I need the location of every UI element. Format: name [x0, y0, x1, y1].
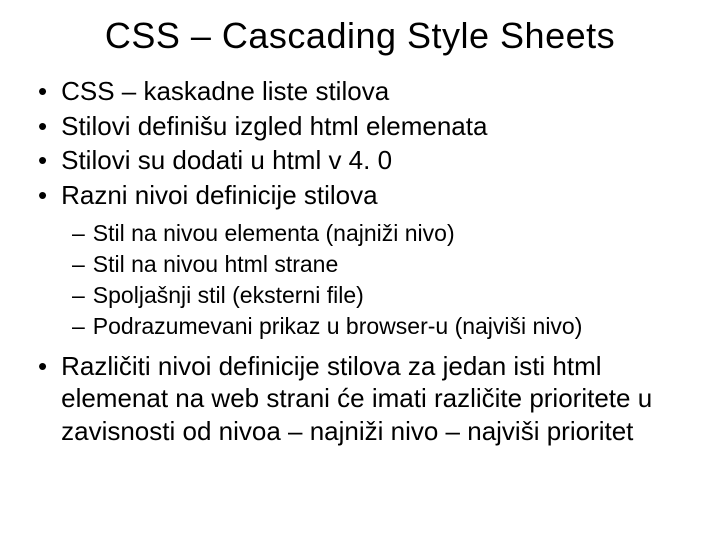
final-bullet-list: • Različiti nivoi definicije stilova za …: [30, 350, 690, 448]
dash-marker-icon: –: [72, 312, 85, 342]
bullet-item: • Stilovi definišu izgled html elemenata: [38, 110, 690, 143]
sub-item: – Stil na nivou html strane: [72, 250, 690, 280]
bullet-marker-icon: •: [38, 350, 47, 383]
bullet-item: • Stilovi su dodati u html v 4. 0: [38, 144, 690, 177]
bullet-text: Stilovi definišu izgled html elemenata: [61, 110, 690, 143]
bullet-marker-icon: •: [38, 144, 47, 177]
sub-item-text: Podrazumevani prikaz u browser-u (najviš…: [93, 312, 690, 342]
sub-item: – Spoljašnji stil (eksterni file): [72, 281, 690, 311]
dash-marker-icon: –: [72, 219, 85, 249]
dash-marker-icon: –: [72, 250, 85, 280]
bullet-marker-icon: •: [38, 110, 47, 143]
bullet-text: Stilovi su dodati u html v 4. 0: [61, 144, 690, 177]
sub-item-text: Spoljašnji stil (eksterni file): [93, 281, 690, 311]
sub-item: – Podrazumevani prikaz u browser-u (najv…: [72, 312, 690, 342]
dash-marker-icon: –: [72, 281, 85, 311]
bullet-item: • Različiti nivoi definicije stilova za …: [38, 350, 690, 448]
main-bullet-list: • CSS – kaskadne liste stilova • Stilovi…: [30, 75, 690, 211]
sub-item-text: Stil na nivou elementa (najniži nivo): [93, 219, 690, 249]
bullet-text: CSS – kaskadne liste stilova: [61, 75, 690, 108]
bullet-item: • Razni nivoi definicije stilova: [38, 179, 690, 212]
sub-item-text: Stil na nivou html strane: [93, 250, 690, 280]
bullet-text: Razni nivoi definicije stilova: [61, 179, 690, 212]
bullet-marker-icon: •: [38, 75, 47, 108]
slide-title: CSS – Cascading Style Sheets: [30, 15, 690, 57]
bullet-text: Različiti nivoi definicije stilova za je…: [61, 350, 690, 448]
sub-item: – Stil na nivou elementa (najniži nivo): [72, 219, 690, 249]
bullet-item: • CSS – kaskadne liste stilova: [38, 75, 690, 108]
sub-bullet-list: – Stil na nivou elementa (najniži nivo) …: [30, 219, 690, 342]
bullet-marker-icon: •: [38, 179, 47, 212]
